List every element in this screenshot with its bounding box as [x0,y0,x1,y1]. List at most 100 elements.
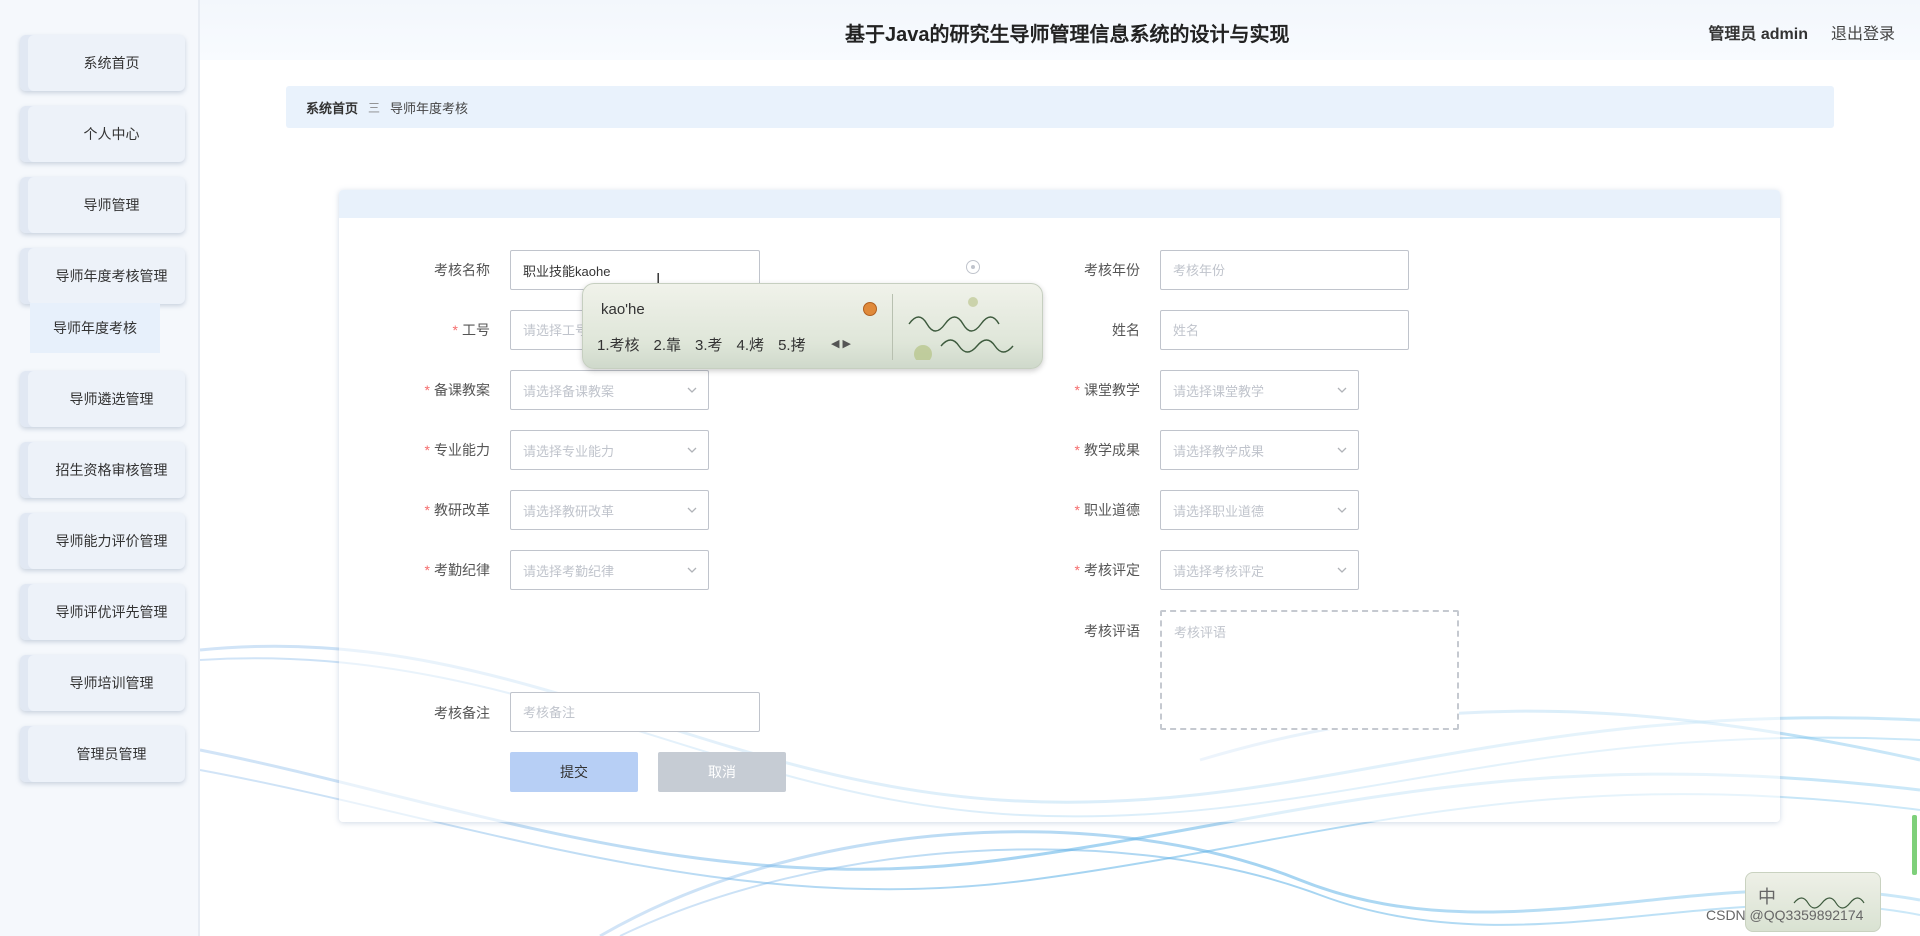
sidebar-item-label: 管理员管理 [76,746,147,762]
kaoqin-label-text: 考勤纪律 [434,562,490,578]
kaoqin-label: * 考勤纪律 [340,560,490,580]
sidebar-item-selection[interactable]: 导师遴选管理 [20,371,185,427]
page-title: 基于Java的研究生导师管理信息系统的设计与实现 [845,24,1290,46]
sidebar-item-enrollment-qualification[interactable]: 招生资格审核管理 [20,442,185,498]
sidebar-item-admins[interactable]: 管理员管理 [20,726,185,782]
sidebar-item-home[interactable]: 系统首页 [20,35,185,91]
card-header-bar [339,190,1780,218]
beike-label-text: 备课教案 [434,382,490,398]
kaohe-year-label-text: 考核年份 [1084,262,1140,278]
beizhu-label: 考核备注 [340,703,490,723]
required-mark: * [1074,442,1080,458]
beike-placeholder: 请选择备课教案 [523,383,615,399]
ime-status-bar[interactable]: 中 [1745,872,1881,932]
beike-label: * 备课教案 [340,380,490,400]
breadcrumb-current: 导师年度考核 [390,100,469,116]
zhuanye-label: * 专业能力 [340,440,490,460]
zhuanye-select[interactable]: 请选择专业能力 [510,430,709,470]
breadcrumb-separator-icon: 三 [368,100,381,115]
required-mark: * [452,322,458,338]
sidebar-item-label: 导师年度考核管理 [55,268,168,284]
chevron-down-icon [1337,387,1347,393]
sidebar-subitem-annual-review[interactable]: 导师年度考核 [30,303,160,353]
ime-candidate[interactable]: 1.考核 [597,334,640,355]
logout-link[interactable]: 退出登录 [1831,20,1895,44]
ketang-label: * 课堂教学 [990,380,1140,400]
jiaoxue-label: * 教学成果 [990,440,1140,460]
jiaoxue-select[interactable]: 请选择教学成果 [1160,430,1359,470]
pingding-placeholder: 请选择考核评定 [1173,563,1265,579]
submit-button[interactable]: 提交 [510,752,638,792]
sidebar-item-profile[interactable]: 个人中心 [20,106,185,162]
breadcrumb: 系统首页 三 导师年度考核 [286,86,1834,128]
user-label: 管理员 admin [1708,26,1808,43]
required-mark: * [424,442,430,458]
required-mark: * [424,562,430,578]
sidebar-item-annual-review[interactable]: 导师年度考核管理 [20,248,185,304]
chevron-down-icon [1337,567,1347,573]
ime-pinyin: kao'he [601,301,645,318]
pingyu-textarea[interactable]: 考核评语 [1160,610,1459,730]
ketang-label-text: 课堂教学 [1084,382,1140,398]
zhuanye-label-text: 专业能力 [434,442,490,458]
ime-page-arrows-icon[interactable]: ◀ ▶ [831,337,851,350]
beike-select[interactable]: 请选择备课教案 [510,370,709,410]
kaoqin-placeholder: 请选择考勤纪律 [523,563,615,579]
kaohe-year-label: 考核年份 [990,260,1140,280]
sidebar: 系统首页 个人中心 导师管理 导师年度考核管理 导师年度考核 导师遴选管理 招生… [0,0,200,936]
sidebar-item-label: 导师管理 [83,197,140,213]
kaoqin-select[interactable]: 请选择考勤纪律 [510,550,709,590]
jiaoyan-placeholder: 请选择教研改革 [523,503,615,519]
pingyu-label: 考核评语 [990,621,1140,641]
zhuanye-placeholder: 请选择专业能力 [523,443,615,459]
xingming-label-text: 姓名 [1112,322,1140,338]
chevron-down-icon [1337,447,1347,453]
required-mark: * [1074,502,1080,518]
ketang-select[interactable]: 请选择课堂教学 [1160,370,1359,410]
ime-skin-icon[interactable] [863,302,877,316]
sidebar-item-label: 个人中心 [83,126,140,142]
sidebar-item-ability-evaluation[interactable]: 导师能力评价管理 [20,513,185,569]
zhiye-select[interactable]: 请选择职业道德 [1160,490,1359,530]
kaohe-name-label: 考核名称 [340,260,490,280]
beizhu-label-text: 考核备注 [434,705,490,721]
required-mark: * [424,502,430,518]
breadcrumb-home[interactable]: 系统首页 [306,98,358,117]
sidebar-item-label: 招生资格审核管理 [55,462,168,478]
jiaoyan-select[interactable]: 请选择教研改革 [510,490,709,530]
kaohe-year-input[interactable] [1160,250,1409,290]
jiaoyan-label-text: 教研改革 [434,502,490,518]
clear-icon[interactable] [966,260,980,274]
sidebar-item-excellence[interactable]: 导师评优评先管理 [20,584,185,640]
chevron-down-icon [687,387,697,393]
header: 基于Java的研究生导师管理信息系统的设计与实现 管理员 admin 退出登录 [200,0,1920,60]
required-mark: * [1074,562,1080,578]
sidebar-item-label: 导师评优评先管理 [55,604,168,620]
cancel-button[interactable]: 取消 [658,752,786,792]
pingding-select[interactable]: 请选择考核评定 [1160,550,1359,590]
scrollbar[interactable] [1912,815,1917,875]
sidebar-item-label: 系统首页 [83,55,140,71]
beizhu-input[interactable] [510,692,760,732]
gonghao-label-text: 工号 [462,322,490,338]
chevron-down-icon [1337,507,1347,513]
ime-candidate[interactable]: 5.拷 [778,334,806,355]
pingding-label: * 考核评定 [990,560,1140,580]
sidebar-subitem-label: 导师年度考核 [53,320,137,336]
xingming-input[interactable] [1160,310,1409,350]
pingyu-label-text: 考核评语 [1084,623,1140,639]
jiaoxue-placeholder: 请选择教学成果 [1173,443,1265,459]
ime-candidate[interactable]: 3.考 [695,334,723,355]
sidebar-item-training[interactable]: 导师培训管理 [20,655,185,711]
sidebar-item-tutors[interactable]: 导师管理 [20,177,185,233]
jiaoxue-label-text: 教学成果 [1084,442,1140,458]
gonghao-label: * 工号 [340,320,490,340]
ime-candidate[interactable]: 4.烤 [737,334,765,355]
watermark: CSDN @QQ3359892174 [1706,907,1864,923]
chevron-down-icon [687,447,697,453]
sidebar-item-label: 导师能力评价管理 [55,533,168,549]
chevron-down-icon [687,507,697,513]
ime-skin-decoration-icon [908,297,1014,360]
ime-candidate[interactable]: 2.靠 [654,334,682,355]
ketang-placeholder: 请选择课堂教学 [1173,383,1265,399]
